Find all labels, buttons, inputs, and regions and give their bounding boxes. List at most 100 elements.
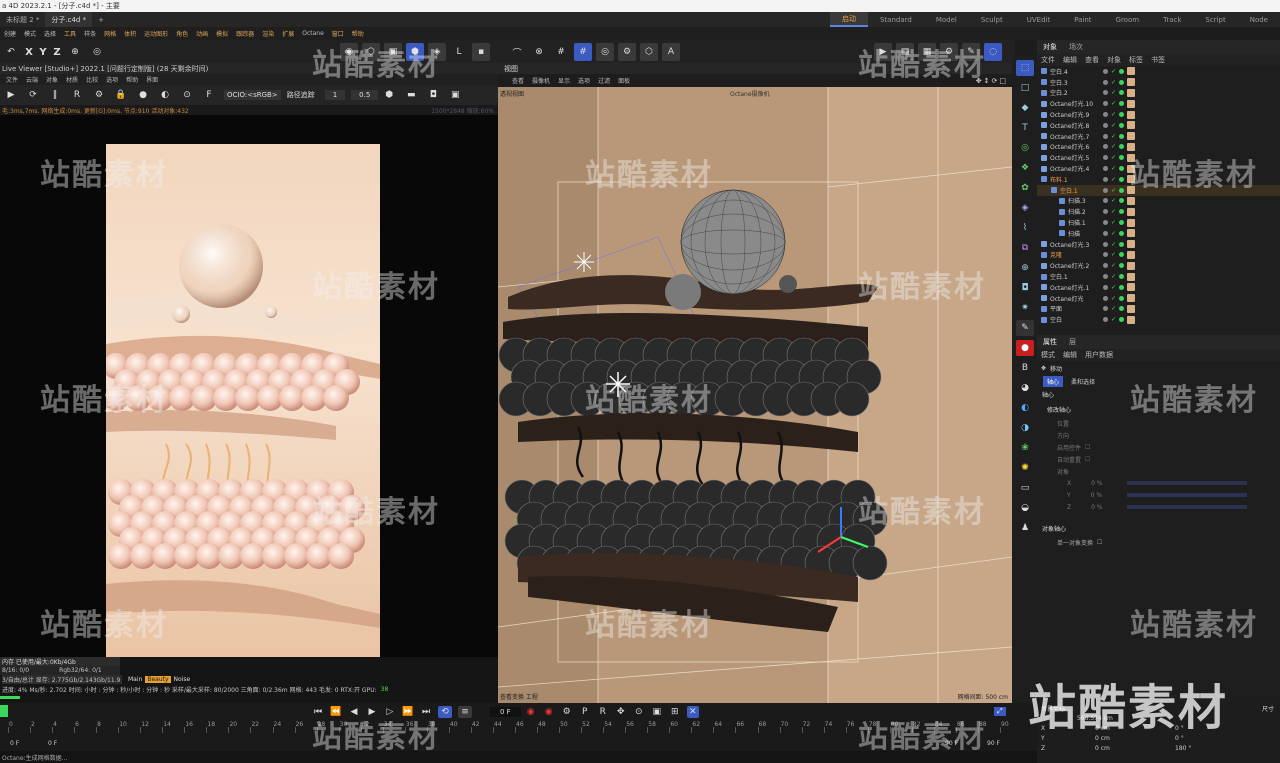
material-tag-icon[interactable] <box>1127 229 1136 238</box>
render-dot[interactable] <box>1119 68 1125 74</box>
brush-icon[interactable]: ✎ <box>1016 320 1034 336</box>
render-dot[interactable] <box>1119 155 1125 161</box>
settings-icon[interactable]: ⚙ <box>90 86 108 104</box>
polygon-a-icon[interactable]: A <box>662 43 680 61</box>
attr-menu-item[interactable]: 编辑 <box>1059 350 1081 360</box>
hexagon-icon[interactable]: ⬡ <box>640 43 658 61</box>
object-row[interactable]: 空白.1 ✓ <box>1037 184 1280 196</box>
render-dot[interactable] <box>1119 209 1125 215</box>
render-dot[interactable] <box>1119 187 1125 193</box>
pause-icon[interactable]: ‖ <box>46 86 64 104</box>
vp-menu-item[interactable]: 显示 <box>554 76 574 85</box>
magnet-icon[interactable]: ⌒ <box>508 43 526 61</box>
enable-check-icon[interactable]: ✓ <box>1111 262 1116 269</box>
render-dot[interactable] <box>1119 144 1125 150</box>
enable-check-icon[interactable]: ✓ <box>1111 241 1116 248</box>
text-tool-icon[interactable]: T <box>1016 120 1034 136</box>
key-pla-icon[interactable]: ⊞ <box>669 703 681 721</box>
layout-tab-paint[interactable]: Paint <box>1062 12 1103 27</box>
menu-item[interactable]: 扩展 <box>278 29 298 38</box>
render-dot[interactable] <box>1119 306 1125 312</box>
material-tag-icon[interactable] <box>1127 153 1136 162</box>
pass-tab-beauty[interactable]: Beauty <box>145 676 171 683</box>
coord-position[interactable]: 0 cm <box>1095 725 1175 732</box>
y-field[interactable]: Y 0 % <box>1037 489 1280 501</box>
visibility-dot[interactable] <box>1103 122 1108 128</box>
object-row[interactable]: Octane灯光.8 ✓ <box>1037 120 1280 131</box>
single-object-transform-checkbox[interactable]: 单一对象变换 ☐ <box>1037 536 1280 548</box>
render-dot[interactable] <box>1119 241 1125 247</box>
cube-icon[interactable]: ▣ <box>384 43 402 61</box>
visibility-dot[interactable] <box>1103 101 1108 107</box>
menu-item[interactable]: 创建 <box>0 29 20 38</box>
object-row[interactable]: 空白.1 ✓ <box>1037 271 1280 282</box>
visibility-dot[interactable] <box>1103 252 1108 258</box>
tab-attributes[interactable]: 属性 <box>1037 337 1063 347</box>
enable-check-icon[interactable]: ✓ <box>1111 197 1116 204</box>
attr-menu-item[interactable]: 模式 <box>1037 350 1059 360</box>
vp-menu-item[interactable]: 查看 <box>498 76 528 85</box>
spline-icon[interactable]: ⌇ <box>1016 220 1034 236</box>
auto-reset-checkbox[interactable]: 自动重置 ☐ <box>1037 453 1280 465</box>
maximize-icon[interactable]: □ <box>999 77 1006 85</box>
object-row[interactable]: 空白.4 ✓ <box>1037 66 1280 77</box>
object-row[interactable]: 平面 ✓ <box>1037 304 1280 315</box>
material-tag-icon[interactable] <box>1127 261 1136 270</box>
material-tag-icon[interactable] <box>1127 67 1136 76</box>
lv-menu-item[interactable]: 选项 <box>102 75 122 84</box>
current-frame-field[interactable]: 0 F <box>490 707 521 717</box>
obj-menu-item[interactable]: 查看 <box>1081 55 1103 65</box>
snap-icon[interactable]: ▪ <box>472 43 490 61</box>
menu-item[interactable]: 模拟 <box>212 29 232 38</box>
menu-item[interactable]: 帮助 <box>348 29 368 38</box>
edit-render-icon[interactable]: ✎ <box>962 43 980 61</box>
enable-check-icon[interactable]: ✓ <box>1111 316 1116 323</box>
env-icon[interactable]: ◒ <box>1016 500 1034 516</box>
coord-position[interactable]: 0 cm <box>1095 735 1175 742</box>
y-slider[interactable] <box>1127 493 1247 497</box>
key-move-icon[interactable]: ✥ <box>615 703 627 721</box>
vp-menu-item[interactable]: 摄像机 <box>528 76 554 85</box>
auto-key-icon[interactable]: ◉ <box>543 703 555 721</box>
restart-icon[interactable]: ⟳ <box>24 86 42 104</box>
object-row[interactable]: 扫描.1 ✓ <box>1037 217 1280 228</box>
object-row[interactable]: Octane灯光.1 ✓ <box>1037 282 1280 293</box>
render-dot[interactable] <box>1119 122 1125 128</box>
enable-check-icon[interactable]: ✓ <box>1111 89 1116 96</box>
pass-tab-noise[interactable]: Noise <box>174 676 191 683</box>
go-end-icon[interactable]: ⏭ <box>420 703 432 721</box>
material-tag-icon[interactable] <box>1127 164 1136 173</box>
render-dot[interactable] <box>1119 166 1125 172</box>
visibility-dot[interactable] <box>1103 263 1108 269</box>
next-frame-icon[interactable]: ▷ <box>384 703 396 721</box>
visibility-dot[interactable] <box>1103 198 1108 204</box>
coordinate-system-icon[interactable]: ⊕ <box>66 43 84 61</box>
object-row[interactable]: 布料.1 ✓ <box>1037 174 1280 185</box>
enable-check-icon[interactable]: ✓ <box>1111 295 1116 302</box>
volume-icon[interactable]: ⧉ <box>1016 240 1034 256</box>
visibility-dot[interactable] <box>1103 274 1108 280</box>
menu-item[interactable]: 模式 <box>20 29 40 38</box>
lv-menu-item[interactable]: 比较 <box>82 75 102 84</box>
material-tag-icon[interactable] <box>1127 121 1136 130</box>
menu-item[interactable]: 选择 <box>40 29 60 38</box>
position-field[interactable]: 位置 <box>1037 417 1280 429</box>
enable-check-icon[interactable]: ✓ <box>1111 79 1116 86</box>
layout-tab-model[interactable]: Model <box>924 12 969 27</box>
menu-item[interactable]: 渲染 <box>258 29 278 38</box>
enable-check-icon[interactable]: ✓ <box>1111 305 1116 312</box>
object-row[interactable]: 空白.2 ✓ <box>1037 88 1280 99</box>
material-tag-icon[interactable] <box>1127 218 1136 227</box>
object-row[interactable]: Octane灯光 ✓ <box>1037 293 1280 304</box>
value-field-1[interactable]: 1 <box>324 90 346 100</box>
value-field-2[interactable]: 0.5 <box>351 90 379 100</box>
visibility-dot[interactable] <box>1103 133 1108 139</box>
size-value[interactable]: 566.574 cm <box>1077 715 1113 722</box>
layout-tab-node[interactable]: Node <box>1238 12 1280 27</box>
visibility-dot[interactable] <box>1103 187 1108 193</box>
go-start-icon[interactable]: ⏮ <box>312 703 324 721</box>
object-row[interactable]: Octane灯光.7 ✓ <box>1037 131 1280 142</box>
layout-tab-sculpt[interactable]: Sculpt <box>969 12 1015 27</box>
render-settings-icon[interactable]: ⚙ <box>940 43 958 61</box>
vp-menu-item[interactable]: 过滤 <box>594 76 614 85</box>
